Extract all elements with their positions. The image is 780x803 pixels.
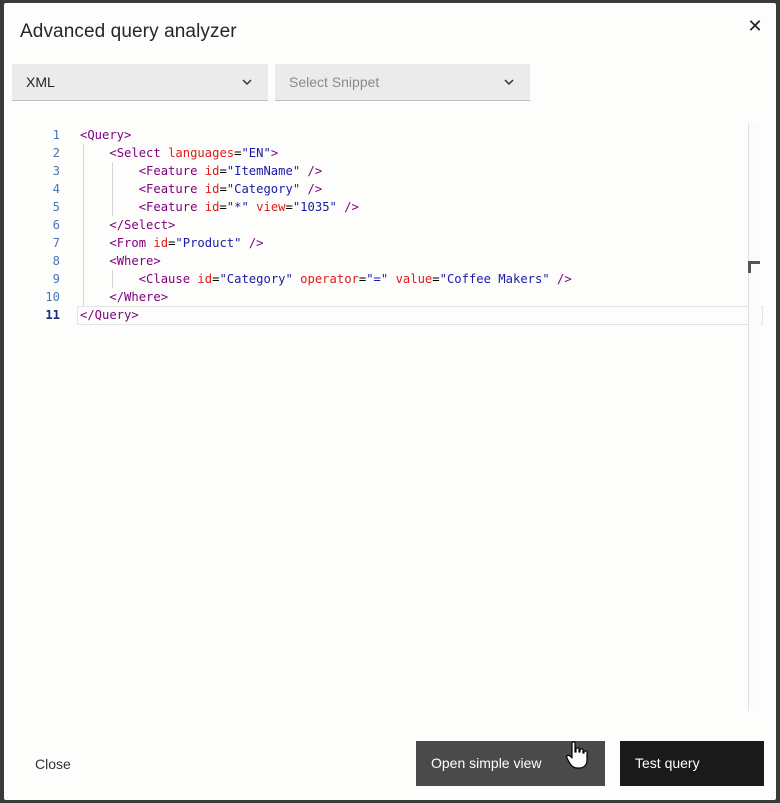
snippet-select-placeholder: Select Snippet [289,74,380,90]
scroll-position-marker[interactable] [748,261,760,273]
advanced-query-dialog: Advanced query analyzer ✕ XML Select Sni… [4,3,776,800]
dialog-title: Advanced query analyzer [20,21,237,42]
language-select[interactable]: XML [12,64,268,101]
line-number: 8 [52,254,60,268]
code-line: </Where> [109,290,169,304]
chevron-down-icon [504,79,514,86]
line-number: 2 [52,146,60,160]
code-line: <Query> [80,128,132,142]
code-line: <Clause id="Category" operator="=" value… [138,272,572,286]
test-query-button[interactable]: Test query [620,741,764,786]
editor-scrollbar[interactable] [748,123,761,711]
code-content: <Query> <Select languages="EN"> <Feature… [80,126,572,324]
code-line: <Where> [109,254,161,268]
close-icon[interactable]: ✕ [744,15,766,37]
line-number: 10 [45,290,60,304]
line-number: 4 [52,182,60,196]
close-button[interactable]: Close [35,756,71,772]
line-number: 7 [52,236,60,250]
code-line: <Feature id="Category" /> [138,182,323,196]
code-line: </Query> [80,308,139,322]
line-number: 9 [52,272,60,286]
code-line: <Select languages="EN"> [109,146,279,160]
code-line: <Feature id="*" view="1035" /> [138,200,359,214]
line-number-gutter: 1 2 3 4 5 6 7 8 9 10 11 [34,126,60,324]
chevron-down-icon [242,79,252,86]
snippet-select[interactable]: Select Snippet [275,64,530,101]
line-number: 5 [52,200,60,214]
line-number: 3 [52,164,60,178]
code-line: <Feature id="ItemName" /> [138,164,323,178]
language-select-value: XML [26,74,55,90]
code-line: </Select> [109,218,176,232]
code-line: <From id="Product" /> [109,236,264,250]
line-number: 6 [52,218,60,232]
code-editor[interactable]: 1 2 3 4 5 6 7 8 9 10 11 <Query> <Select … [4,122,776,712]
line-number: 1 [52,128,60,142]
hand-pointer-cursor-icon [566,741,588,769]
line-number-active: 11 [45,308,60,322]
